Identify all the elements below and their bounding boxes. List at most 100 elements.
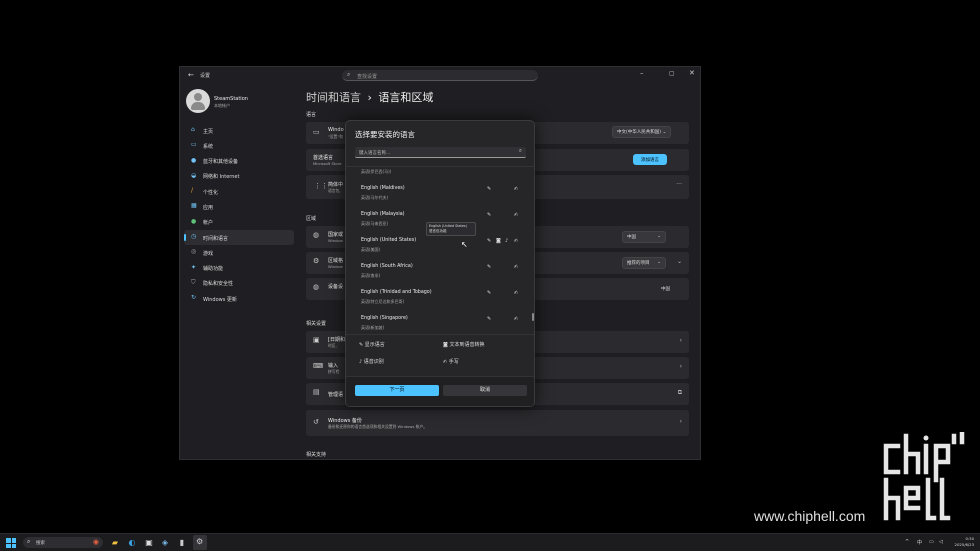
- store-icon[interactable]: ▣: [144, 538, 154, 548]
- language-item-singapore[interactable]: English (Singapore) 英语(新加坡) ✎ ✍: [346, 311, 534, 333]
- ime-indicator[interactable]: 中: [917, 539, 922, 546]
- maximize-icon[interactable]: ▢: [669, 70, 675, 77]
- sidebar-item-gaming[interactable]: ◎ 游戏: [184, 245, 294, 260]
- sidebar-nav: ⌂ 主页 ▭ 系统 ● 蓝牙和其他设备 ◒ 网络和 Internet / 个性化 ▦ 应用 …: [184, 123, 294, 307]
- sidebar-item-time-language[interactable]: ◷ 时间和语言: [184, 230, 294, 246]
- chevron-down-icon[interactable]: ⌄: [677, 258, 682, 265]
- cancel-button[interactable]: 取消: [443, 385, 527, 396]
- list-scrollbar[interactable]: [532, 313, 534, 321]
- legend-handwriting: ✍ 手写: [443, 359, 459, 365]
- windows-logo-icon: [6, 538, 11, 543]
- dialog-footer: 下一页 取消: [346, 376, 534, 406]
- sidebar-item-system[interactable]: ▭ 系统: [184, 138, 294, 153]
- language-item-united-states[interactable]: English (United States) 英语(美国) ✎ ◙ ♪ ✍: [346, 233, 534, 259]
- user-name: SteamStation: [214, 96, 248, 102]
- section-region-label: 区域: [306, 216, 317, 222]
- more-options-icon[interactable]: ···: [676, 181, 682, 188]
- search-highlight-icon: ◉: [92, 538, 99, 546]
- section-related-label: 相关设置: [306, 321, 327, 327]
- settings-gear-icon: ⚙: [196, 537, 204, 546]
- start-button[interactable]: [6, 538, 16, 548]
- regional-format-dropdown[interactable]: 推荐的项目 ⌄: [622, 257, 666, 269]
- drag-handle-icon[interactable]: ⋮⋮: [314, 182, 328, 190]
- handwriting-icon: ✍: [514, 264, 519, 270]
- tooltip: English (United States) 语言包功能: [426, 222, 476, 236]
- edge-browser-icon[interactable]: ◐: [127, 538, 137, 548]
- breadcrumb-parent[interactable]: 时间和语言: [306, 91, 361, 104]
- sidebar-item-bluetooth[interactable]: ● 蓝牙和其他设备: [184, 154, 294, 169]
- handwriting-icon: ✍: [443, 359, 448, 365]
- display-language-icon: ✎: [487, 238, 492, 244]
- network-icon[interactable]: ▭: [929, 539, 934, 545]
- handwriting-icon: ✍: [514, 316, 519, 322]
- search-icon: ⌕: [518, 148, 522, 154]
- handwriting-icon: ✍: [514, 186, 519, 192]
- language-list[interactable]: 英语(伊巴西(马)) English (Maldives) 英语(马尔代夫) ✎…: [346, 166, 534, 333]
- language-item-maldives[interactable]: English (Maldives) 英语(马尔代夫) ✎ ✍: [346, 181, 534, 207]
- update-icon: ↻: [191, 294, 197, 302]
- shield-icon: ⛉: [191, 278, 196, 286]
- device-setting-value: 中国: [661, 287, 670, 292]
- sidebar-item-accessibility[interactable]: ✦ 辅助功能: [184, 261, 294, 276]
- sidebar-item-home[interactable]: ⌂ 主页: [184, 123, 294, 138]
- volume-icon[interactable]: ◁: [939, 539, 943, 545]
- taskbar-search[interactable]: ⌕ 搜索 ◉: [23, 537, 103, 548]
- steam-icon[interactable]: ◈: [160, 538, 170, 548]
- settings-taskbar-button[interactable]: ⚙: [193, 535, 207, 550]
- sidebar-item-apps[interactable]: ▦ 应用: [184, 199, 294, 214]
- back-arrow-icon[interactable]: ←: [188, 71, 194, 79]
- user-account-type: 本地帐户: [214, 103, 230, 108]
- sidebar-item-network[interactable]: ◒ 网络和 Internet: [184, 169, 294, 184]
- user-profile[interactable]: SteamStation 本地帐户: [186, 89, 296, 115]
- settings-globe-icon: ◍: [313, 283, 320, 291]
- display-language-icon: ✎: [487, 186, 492, 192]
- chevron-right-icon: ›: [679, 363, 682, 370]
- app-title: 设置: [200, 73, 211, 79]
- language-item-trinidad-tobago[interactable]: English (Trinidad and Tobago) 英语(特立尼达和多巴…: [346, 285, 534, 311]
- windows-backup-card[interactable]: ↺ Windows 备份 备份和还原你的语言首选项和相关设置到 Windows …: [306, 410, 689, 436]
- display-language-icon: ✎: [487, 290, 492, 296]
- home-icon: ⌂: [191, 126, 195, 133]
- app-icon[interactable]: ▮: [177, 538, 187, 548]
- monitor-icon: ▭: [191, 141, 197, 149]
- sidebar-item-personalization[interactable]: / 个性化: [184, 184, 294, 199]
- breadcrumb-separator: ›: [367, 91, 372, 104]
- dialog-title: 选择要安装的语言: [355, 130, 415, 139]
- legend-text-to-speech: ◙ 文本到语音转换: [443, 342, 485, 348]
- taskbar: ⌕ 搜索 ◉ ▰ ◐ ▣ ◈ ▮ ⚙ ^ 中 ▭ ◁ 0:30 2025/6/2…: [0, 533, 980, 551]
- speech-recognition-icon: ♪: [359, 359, 363, 365]
- sidebar-item-accounts[interactable]: ● 帐户: [184, 215, 294, 230]
- add-language-button[interactable]: 添加语言: [633, 154, 667, 165]
- language-item-south-africa[interactable]: English (South Africa) 英语(南非) ✎ ✍: [346, 259, 534, 285]
- sidebar-item-windows-update[interactable]: ↻ Windows 更新: [184, 291, 294, 306]
- display-language-icon: ✎: [487, 212, 492, 218]
- backup-icon: ↺: [313, 418, 319, 426]
- clock-date: 2025/6/23: [954, 542, 974, 547]
- accessibility-icon: ✦: [191, 263, 197, 271]
- chevron-right-icon: ›: [679, 418, 682, 425]
- page-title: 时间和语言 › 语言和区域: [306, 89, 433, 105]
- minimize-icon[interactable]: –: [640, 69, 644, 77]
- next-button[interactable]: 下一页: [355, 385, 439, 396]
- avatar: [186, 89, 210, 113]
- handwriting-icon: ✍: [514, 212, 519, 218]
- gamepad-icon: ◎: [191, 248, 197, 256]
- language-search-input[interactable]: 键入语言名称... ⌕: [355, 147, 526, 158]
- title-bar: ← 设置 ⌕ 查找设置 – ▢ ✕: [180, 67, 700, 83]
- display-language-dropdown[interactable]: 中文(中华人民共和国) ⌄: [612, 126, 672, 138]
- tray-overflow-icon[interactable]: ^: [905, 539, 909, 545]
- watermark-url: www.chiphell.com: [754, 508, 866, 524]
- country-dropdown[interactable]: 中国 ⌄: [622, 231, 666, 243]
- section-related-help-label: 相关支持: [306, 452, 327, 458]
- settings-search-input[interactable]: ⌕ 查找设置: [342, 70, 538, 81]
- search-placeholder: 查找设置: [357, 73, 378, 80]
- file-explorer-icon[interactable]: ▰: [110, 538, 120, 548]
- breadcrumb-current: 语言和区域: [378, 91, 434, 104]
- display-language-icon: ✎: [487, 316, 492, 322]
- sidebar-item-privacy[interactable]: ⛉ 隐私和安全性: [184, 276, 294, 291]
- legend-speech-recognition: ♪ 语音识别: [359, 359, 384, 365]
- handwriting-icon: ✍: [514, 238, 519, 244]
- taskbar-clock[interactable]: 0:30 2025/6/23: [955, 536, 974, 548]
- text-to-speech-icon: ◙: [443, 342, 448, 348]
- close-icon[interactable]: ✕: [689, 69, 695, 77]
